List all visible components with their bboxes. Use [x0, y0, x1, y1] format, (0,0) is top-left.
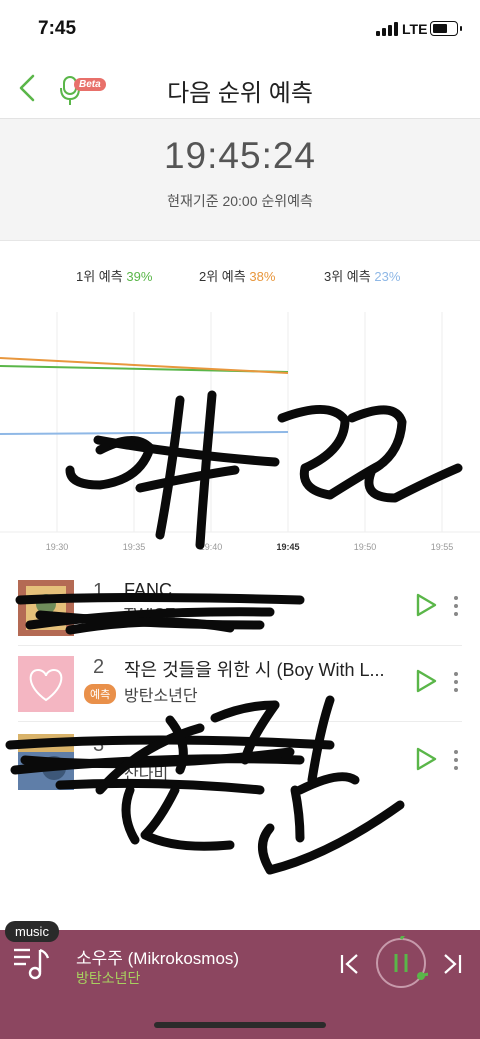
legend-item-2: 2위 예측 38%: [199, 266, 275, 285]
play-icon[interactable]: [414, 592, 438, 618]
rank-number: 3: [93, 734, 105, 756]
play-icon[interactable]: [414, 746, 438, 772]
more-icon[interactable]: [450, 670, 462, 694]
previous-track-icon[interactable]: [338, 952, 362, 976]
legend-percent: 39%: [126, 269, 153, 284]
more-icon[interactable]: [450, 594, 462, 618]
legend-item-1: 1위 예측 39%: [76, 266, 152, 285]
x-tick-label: 19:45: [276, 542, 299, 552]
legend-percent: 38%: [249, 269, 276, 284]
timer-panel: 19:45:24 현재기준 20:00 순위예측: [0, 119, 480, 241]
current-time: 19:45:24: [163, 135, 317, 176]
playlist-icon[interactable]: [12, 944, 52, 982]
artist-name: TWICE: [124, 606, 176, 623]
x-tick-label: 19:30: [46, 542, 69, 552]
signal-icon: [376, 22, 398, 36]
artist-name: 방탄소년단: [124, 688, 198, 705]
x-tick-label: 19:50: [354, 542, 377, 552]
mini-player[interactable]: 소우주 (Mikrokosmos) 방탄소년단: [0, 930, 480, 1039]
next-track-icon[interactable]: [440, 952, 464, 976]
legend-label: 1위 예측: [76, 269, 123, 284]
rank-number: 2: [93, 656, 105, 678]
song-title: FANC: [124, 580, 173, 600]
prediction-basis: 현재기준 20:00 순위예측: [167, 193, 313, 209]
list-item[interactable]: 1 FANC TWICE: [0, 572, 480, 646]
prediction-chart: 19:30 19:35 19:40 19:45 19:50 19:55: [0, 312, 480, 552]
series-line-2: [0, 357, 289, 374]
play-icon[interactable]: [414, 668, 438, 694]
legend-percent: 23%: [374, 269, 401, 284]
legend-label: 2위 예측: [199, 269, 246, 284]
series-line-3: [0, 431, 289, 435]
x-tick-label: 19:35: [123, 542, 146, 552]
network-label: LTE: [402, 21, 428, 37]
more-icon[interactable]: [450, 748, 462, 772]
x-tick-label: 19:40: [200, 542, 223, 552]
list-item[interactable]: 2 작은 것들을 위한 시 (Boy With L... 예측 방탄소년단: [0, 648, 480, 722]
page-title: 다음 순위 예측: [167, 80, 313, 107]
legend-item-3: 3위 예측 23%: [324, 266, 400, 285]
status-time: 7:45: [38, 18, 77, 39]
battery-icon: [430, 21, 462, 36]
pause-icon[interactable]: [374, 936, 428, 990]
now-playing-artist: 방탄소년단: [76, 970, 141, 986]
top-nav: Beta 다음 순위 예측: [0, 58, 480, 119]
music-tab[interactable]: music: [5, 921, 59, 942]
album-thumbnail: [18, 580, 74, 636]
song-title: 작은 것들을 위한 시 (Boy With L...: [124, 660, 385, 680]
now-playing-title: 소우주 (Mikrokosmos): [76, 949, 240, 968]
home-indicator: [154, 1022, 326, 1028]
status-bar: 7:45 LTE: [0, 0, 480, 58]
prediction-badge: 예측: [84, 684, 117, 704]
album-thumbnail: [18, 656, 74, 712]
rank-number: 1: [93, 580, 105, 602]
artist-name: 잔나비: [124, 766, 169, 783]
legend-label: 3위 예측: [324, 269, 371, 284]
x-tick-label: 19:55: [431, 542, 454, 552]
list-item[interactable]: 3 잔나비: [0, 726, 480, 800]
album-thumbnail: [18, 734, 74, 790]
